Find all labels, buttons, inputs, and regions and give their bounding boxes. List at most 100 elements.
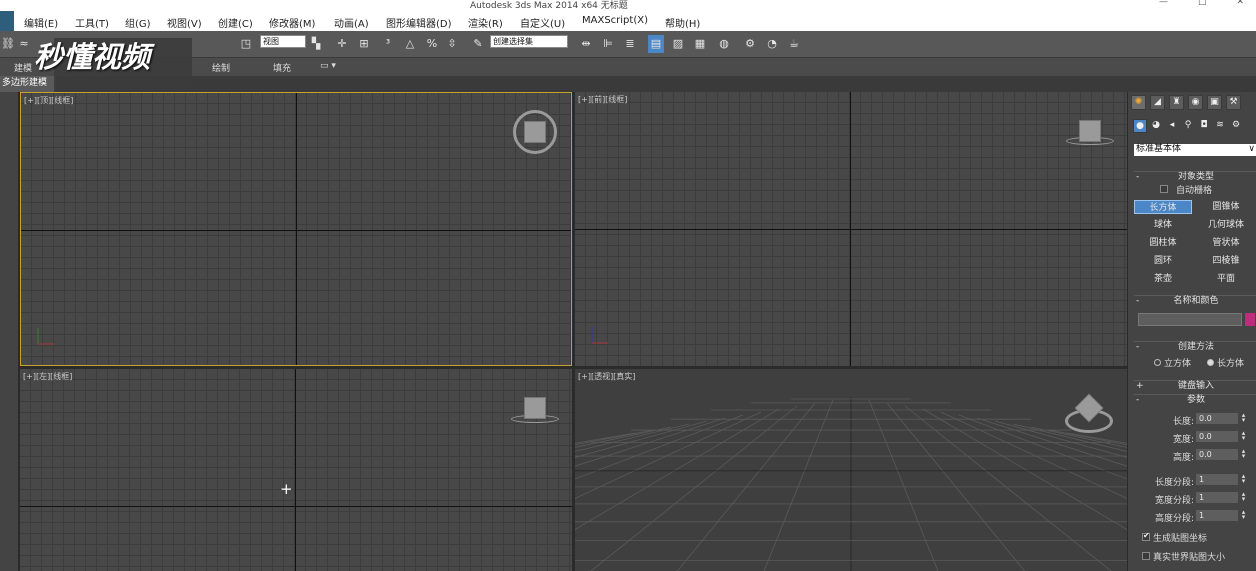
mirror-icon[interactable]: ⇹ (578, 35, 594, 53)
width-segs-spinner[interactable]: 1 (1196, 492, 1238, 503)
length-spinner[interactable]: 0.0 (1196, 413, 1238, 424)
geometry-icon[interactable]: ● (1133, 119, 1147, 133)
modify-tab-icon[interactable]: ◢ (1150, 95, 1165, 110)
align-icon[interactable]: ⊫ (600, 35, 616, 53)
menu-tools[interactable]: 工具(T) (75, 15, 109, 30)
real-world-map-checkbox[interactable] (1142, 552, 1150, 560)
named-selection-set-dropdown[interactable]: 创建选择集 (490, 35, 568, 48)
menu-create[interactable]: 创建(C) (218, 15, 253, 30)
menu-customize[interactable]: 自定义(U) (520, 15, 565, 30)
edit-named-selection-icon[interactable]: ✎ (470, 35, 486, 53)
viewport-left[interactable]: [+][左][线框] (20, 369, 572, 571)
spinner-arrows-icon[interactable]: ▴ ▾ (1240, 412, 1247, 424)
width-spinner[interactable]: 0.0 (1196, 431, 1238, 442)
close-button[interactable]: ✕ (1236, 0, 1244, 7)
spinner-arrows-icon[interactable]: ▴ ▾ (1240, 509, 1247, 521)
ribbon-tab-freeform[interactable]: 绘制 (212, 61, 230, 74)
menu-rendering[interactable]: 渲染(R) (468, 15, 503, 30)
rollout-keyboard-entry[interactable]: + 键盘输入 (1134, 380, 1256, 391)
render-production-icon[interactable]: ☕ (786, 35, 802, 53)
menu-views[interactable]: 视图(V) (167, 15, 202, 30)
cone-button[interactable]: 圆锥体 (1197, 200, 1255, 214)
box-button[interactable]: 长方体 (1134, 200, 1192, 214)
ribbon-options-icon[interactable]: ▭ ▾ (320, 61, 336, 71)
viewport-front[interactable]: [+][前][线框] (575, 92, 1127, 366)
motion-tab-icon[interactable]: ◉ (1188, 95, 1203, 110)
height-segs-spinner[interactable]: 1 (1196, 510, 1238, 521)
menu-edit[interactable]: 编辑(E) (24, 15, 58, 30)
sphere-button[interactable]: 球体 (1134, 218, 1192, 232)
menu-group[interactable]: 组(G) (125, 15, 151, 30)
menu-maxscript[interactable]: MAXScript(X) (582, 15, 648, 26)
angle-snap-icon[interactable]: △ (402, 35, 418, 53)
hierarchy-tab-icon[interactable]: ♜ (1169, 95, 1184, 110)
ribbon-subtab-polygon-modeling[interactable]: 多边形建模 (0, 76, 56, 92)
display-tab-icon[interactable]: ▣ (1207, 95, 1222, 110)
systems-icon[interactable]: ⚙ (1229, 119, 1243, 133)
link-icon[interactable]: ⛓ (0, 35, 16, 53)
scale-icon[interactable]: ◳ (238, 35, 254, 53)
maximize-button[interactable]: □ (1198, 0, 1207, 7)
curve-editor-icon[interactable]: ▨ (670, 35, 686, 53)
create-tab-icon[interactable]: ✺ (1131, 95, 1146, 110)
object-name-field[interactable] (1138, 313, 1242, 326)
viewport-label[interactable]: [+][前][线框] (578, 94, 627, 105)
lights-icon[interactable]: ◂ (1165, 119, 1179, 133)
primitive-category-dropdown[interactable]: 标准基本体 ∨ (1134, 144, 1256, 156)
viewport-perspective[interactable]: [+][透视][真实] (575, 369, 1127, 571)
spinner-snap-icon[interactable]: ⇳ (444, 35, 460, 53)
viewport-label[interactable]: [+][顶][线框] (24, 95, 73, 106)
render-setup-icon[interactable]: ⚙ (742, 35, 758, 53)
menu-help[interactable]: 帮助(H) (665, 15, 700, 30)
graphite-ribbon-icon[interactable]: ▤ (648, 35, 664, 53)
ribbon-tab-modeling[interactable]: 建模 (14, 61, 32, 74)
menu-modifiers[interactable]: 修改器(M) (269, 15, 315, 30)
viewcube-icon[interactable] (1079, 120, 1101, 142)
object-color-swatch[interactable] (1245, 313, 1255, 326)
viewport-top[interactable]: [+][顶][线框] (20, 92, 572, 366)
torus-button[interactable]: 圆环 (1134, 254, 1192, 268)
viewport-label[interactable]: [+][透视][真实] (578, 371, 635, 382)
helpers-icon[interactable]: ◘ (1197, 119, 1211, 133)
rollout-name-color[interactable]: - 名称和颜色 (1134, 295, 1256, 306)
cube-radio[interactable] (1154, 359, 1161, 366)
rendered-frame-window-icon[interactable]: ◔ (764, 35, 780, 53)
menu-graph-editors[interactable]: 图形编辑器(D) (386, 15, 452, 30)
box-radio[interactable] (1207, 359, 1214, 366)
reference-coordinate-dropdown[interactable]: 视图 (260, 35, 306, 48)
app-logo-icon[interactable] (0, 11, 14, 31)
spinner-arrows-icon[interactable]: ▴ ▾ (1240, 430, 1247, 442)
viewcube-icon[interactable] (524, 121, 546, 143)
pyramid-button[interactable]: 四棱锥 (1197, 254, 1255, 268)
gen-mapping-checkbox[interactable] (1142, 531, 1150, 541)
keyboard-shortcut-icon[interactable]: ⊞ (356, 35, 372, 53)
geosphere-button[interactable]: 几何球体 (1197, 218, 1255, 232)
cylinder-button[interactable]: 圆柱体 (1134, 236, 1192, 250)
plane-button[interactable]: 平面 (1197, 272, 1255, 286)
shapes-icon[interactable]: ◕ (1149, 119, 1163, 133)
rollout-object-type[interactable]: - 对象类型 (1134, 171, 1256, 182)
menu-animation[interactable]: 动画(A) (334, 15, 369, 30)
spinner-arrows-icon[interactable]: ▴ ▾ (1240, 473, 1247, 485)
cameras-icon[interactable]: ⚲ (1181, 119, 1195, 133)
autogrid-checkbox[interactable] (1160, 185, 1168, 193)
space-warps-icon[interactable]: ≋ (1213, 119, 1227, 133)
viewport-label[interactable]: [+][左][线框] (23, 371, 72, 382)
pivot-icon[interactable]: ▚ (308, 35, 324, 53)
material-editor-icon[interactable]: ◍ (716, 35, 732, 53)
rollout-parameters[interactable]: - 参数 (1134, 394, 1256, 405)
unlink-icon[interactable]: ≈ (16, 35, 32, 53)
height-spinner[interactable]: 0.0 (1196, 449, 1238, 460)
layer-manager-icon[interactable]: ≣ (622, 35, 638, 53)
tube-button[interactable]: 管状体 (1197, 236, 1255, 250)
utilities-tab-icon[interactable]: ⚒ (1226, 95, 1241, 110)
teapot-button[interactable]: 茶壶 (1134, 272, 1192, 286)
snap-3d-icon[interactable]: ³ (380, 35, 396, 53)
spinner-arrows-icon[interactable]: ▴ ▾ (1240, 491, 1247, 503)
viewcube-icon[interactable] (524, 397, 546, 419)
schematic-view-icon[interactable]: ▦ (692, 35, 708, 53)
spinner-arrows-icon[interactable]: ▴ ▾ (1240, 448, 1247, 460)
percent-snap-icon[interactable]: % (424, 35, 440, 53)
select-manipulate-icon[interactable]: ✛ (334, 35, 350, 53)
length-segs-spinner[interactable]: 1 (1196, 474, 1238, 485)
